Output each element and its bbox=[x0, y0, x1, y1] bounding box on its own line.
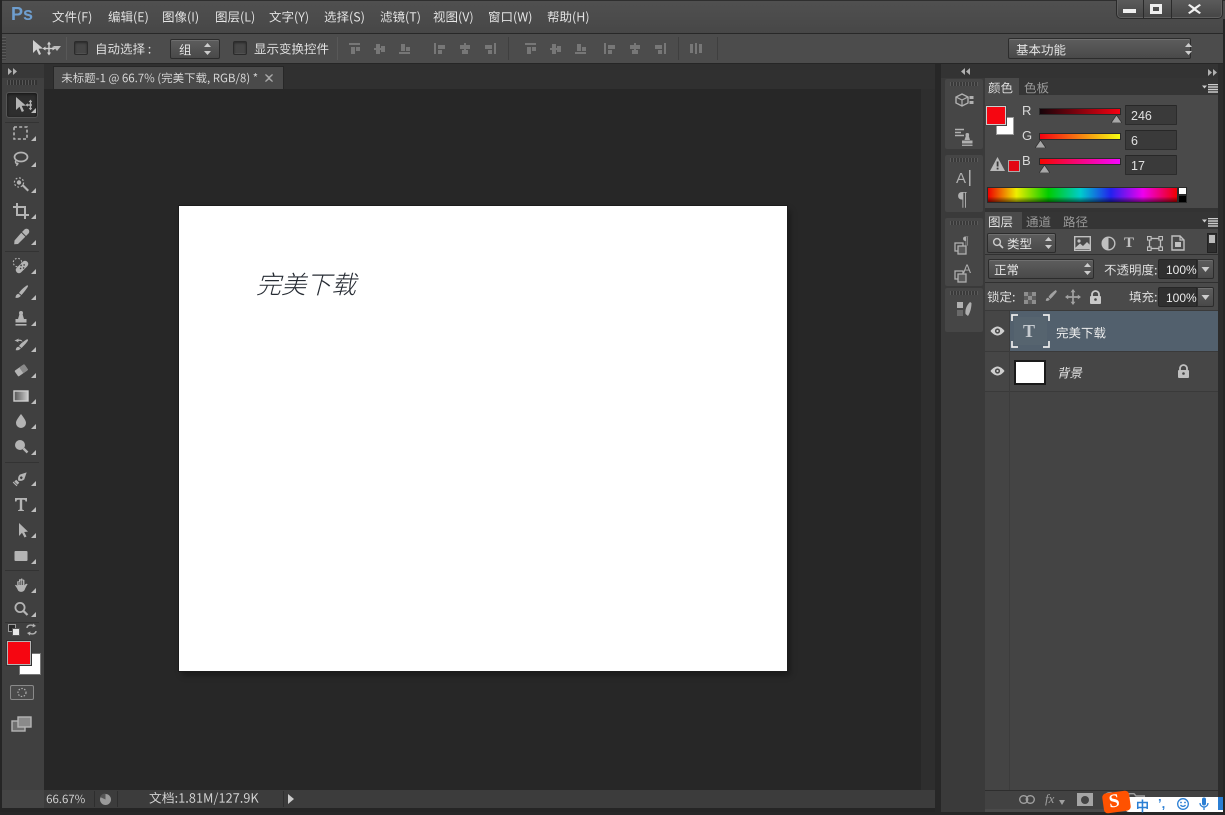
svg-text:A: A bbox=[956, 170, 966, 187]
svg-text:¶: ¶ bbox=[963, 235, 969, 247]
svg-text:¶: ¶ bbox=[958, 189, 967, 208]
svg-text:A: A bbox=[963, 263, 971, 276]
